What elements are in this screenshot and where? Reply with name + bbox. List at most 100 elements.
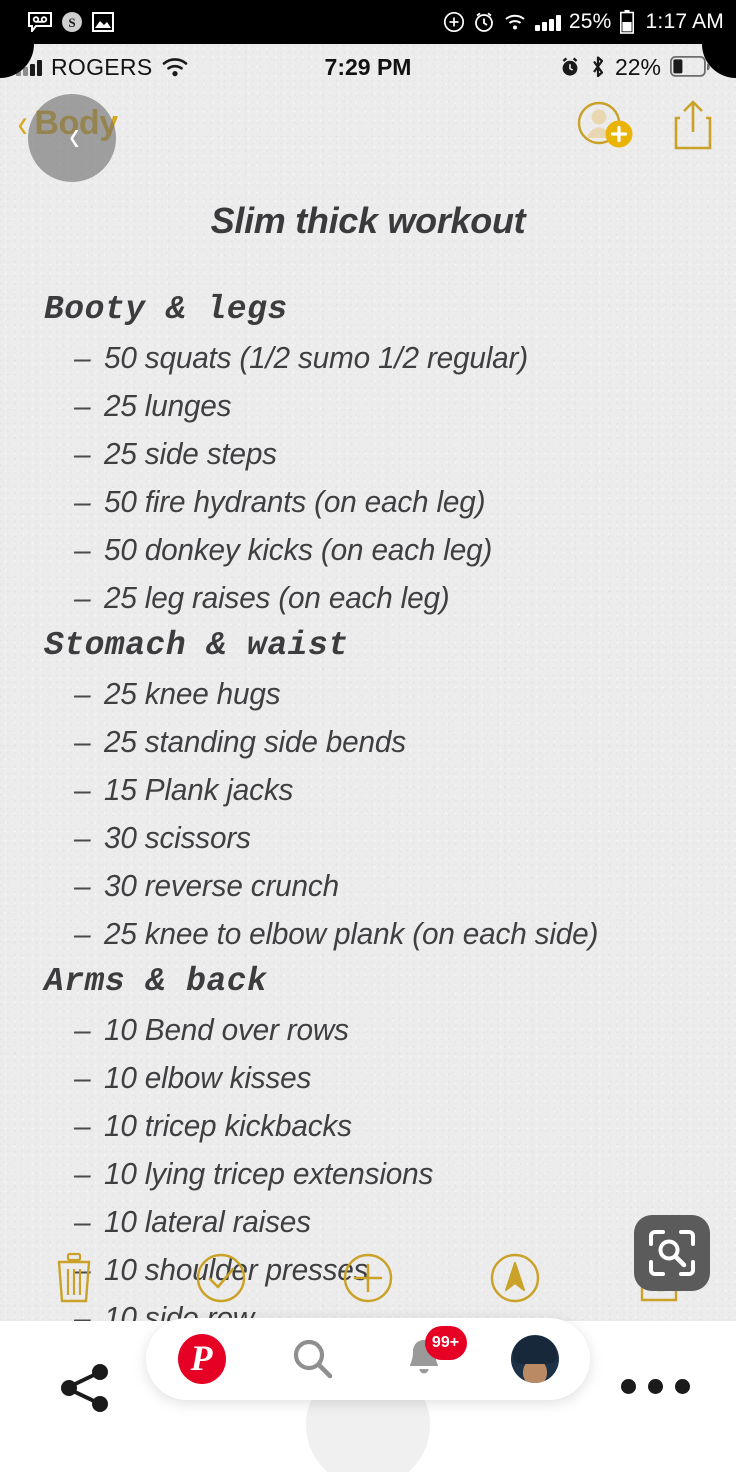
list-item: –30 scissors (0, 814, 736, 862)
list-item-label: 25 knee hugs (104, 676, 281, 711)
note-sections: Booty & legs –50 squats (1/2 sumo 1/2 re… (0, 286, 736, 1321)
delete-icon[interactable] (0, 1252, 147, 1304)
note-nav-actions (576, 98, 714, 152)
list-item: –25 side steps (0, 430, 736, 478)
list-item: –25 lunges (0, 382, 736, 430)
notifications-bell-icon[interactable]: 99+ (389, 1324, 467, 1394)
list-item-label: 25 lunges (104, 388, 232, 423)
bullet-dash: – (74, 390, 91, 423)
voicemail-icon (28, 12, 52, 34)
section-items: –50 squats (1/2 sumo 1/2 regular) –25 lu… (0, 334, 736, 622)
list-item-label: 30 scissors (104, 820, 251, 855)
app-s-icon: S (61, 11, 83, 33)
bullet-dash: – (74, 870, 91, 903)
screenshot-content: ROGERS 7:29 PM 22% ‹ ‹ Slim thick workou… (0, 44, 736, 1321)
add-circle-icon (443, 11, 465, 33)
android-status-bar: S 25% 1:17 AM (0, 0, 736, 44)
list-item: –15 Plank jacks (0, 766, 736, 814)
profile-avatar[interactable] (500, 1324, 570, 1394)
list-item-label: 25 side steps (104, 436, 277, 471)
android-status-right-icons: 25% 1:17 AM (443, 10, 724, 34)
list-item: –10 tricep kickbacks (0, 1102, 736, 1150)
battery-percent-label: 25% (568, 10, 612, 33)
bullet-dash: – (74, 438, 91, 471)
battery-icon (619, 10, 634, 34)
more-options-icon[interactable] (621, 1379, 690, 1394)
note-body: Slim thick workout Booty & legs –50 squa… (0, 156, 736, 1321)
bullet-dash: – (74, 1158, 91, 1191)
list-item-label: 25 standing side bends (104, 724, 406, 759)
pinterest-bottom-nav: P 99+ (146, 1318, 590, 1400)
navigate-circle-icon[interactable] (442, 1252, 589, 1304)
list-item: –50 donkey kicks (on each leg) (0, 526, 736, 574)
bullet-dash: – (74, 918, 91, 951)
list-item-label: 10 Bend over rows (104, 1012, 349, 1047)
back-gesture-indicator: ‹ (28, 94, 116, 182)
lens-button[interactable] (634, 1215, 710, 1291)
section-heading: Stomach & waist (44, 627, 349, 664)
wifi-icon (503, 12, 527, 32)
list-item: –10 Bend over rows (0, 1006, 736, 1054)
share-icon[interactable] (56, 1359, 114, 1422)
chevron-left-icon: ‹ (68, 111, 80, 160)
add-person-icon[interactable] (576, 99, 634, 151)
more-dot (621, 1379, 636, 1394)
note-toolbar (0, 1235, 736, 1321)
list-item-label: 30 reverse crunch (104, 868, 339, 903)
list-item-label: 50 fire hydrants (on each leg) (104, 484, 486, 519)
bullet-dash: – (74, 486, 91, 519)
list-item-label: 10 elbow kisses (104, 1060, 312, 1095)
section-heading: Booty & legs (44, 291, 288, 328)
signal-icon (534, 14, 561, 31)
note-navbar: ‹ Body ‹ (0, 90, 736, 182)
list-item: –10 lying tricep extensions (0, 1150, 736, 1198)
list-item-label: 10 lying tricep extensions (104, 1156, 434, 1191)
bullet-dash: – (74, 1014, 91, 1047)
list-item-label: 25 leg raises (on each leg) (104, 580, 450, 615)
bullet-dash: – (74, 1062, 91, 1095)
list-item: –25 standing side bends (0, 718, 736, 766)
ios-status-bar: ROGERS 7:29 PM 22% (0, 44, 736, 90)
add-circle-icon[interactable] (294, 1252, 441, 1304)
phone-screen: S 25% 1:17 AM ROGERS 7:29 PM 22% ‹ ‹ Sli… (0, 0, 736, 1472)
list-item: –30 reverse crunch (0, 862, 736, 910)
ios-clock-label: 7:29 PM (324, 53, 412, 80)
clock-label: 1:17 AM (645, 10, 724, 33)
note-section: Stomach & waist –25 knee hugs –25 standi… (0, 622, 736, 958)
note-title: Slim thick workout (210, 200, 526, 241)
lens-scan-icon (649, 1230, 695, 1276)
bullet-dash: – (74, 342, 91, 375)
bullet-dash: – (74, 534, 91, 567)
android-status-left-icons: S (28, 11, 114, 34)
list-item-label: 50 squats (1/2 sumo 1/2 regular) (104, 340, 528, 375)
search-icon[interactable] (278, 1324, 348, 1394)
bullet-dash: – (74, 822, 91, 855)
bullet-dash: – (74, 678, 91, 711)
avatar (510, 1335, 559, 1383)
bullet-dash: – (74, 726, 91, 759)
bullet-dash: – (74, 1110, 91, 1143)
bullet-dash: – (74, 582, 91, 615)
list-item: –25 leg raises (on each leg) (0, 574, 736, 622)
screenshot-icon (92, 12, 114, 32)
notification-badge: 99+ (424, 1326, 467, 1360)
chevron-left-icon: ‹ (17, 101, 28, 146)
list-item-label: 50 donkey kicks (on each leg) (104, 532, 493, 567)
check-circle-icon[interactable] (147, 1252, 294, 1304)
more-dot (675, 1379, 690, 1394)
pinterest-logo-letter: P (177, 1334, 226, 1384)
share-icon[interactable] (672, 98, 714, 152)
list-item: –25 knee hugs (0, 670, 736, 718)
pinterest-home-icon[interactable]: P (167, 1324, 237, 1394)
section-heading: Arms & back (44, 963, 268, 1000)
list-item: –50 squats (1/2 sumo 1/2 regular) (0, 334, 736, 382)
bullet-dash: – (74, 774, 91, 807)
list-item-label: 10 tricep kickbacks (104, 1108, 352, 1143)
note-section: Booty & legs –50 squats (1/2 sumo 1/2 re… (0, 286, 736, 622)
list-item: –50 fire hydrants (on each leg) (0, 478, 736, 526)
more-dot (648, 1379, 663, 1394)
svg-text:S: S (68, 15, 75, 30)
list-item: –25 knee to elbow plank (on each side) (0, 910, 736, 958)
list-item-label: 25 knee to elbow plank (on each side) (104, 916, 599, 951)
list-item-label: 15 Plank jacks (104, 772, 294, 807)
